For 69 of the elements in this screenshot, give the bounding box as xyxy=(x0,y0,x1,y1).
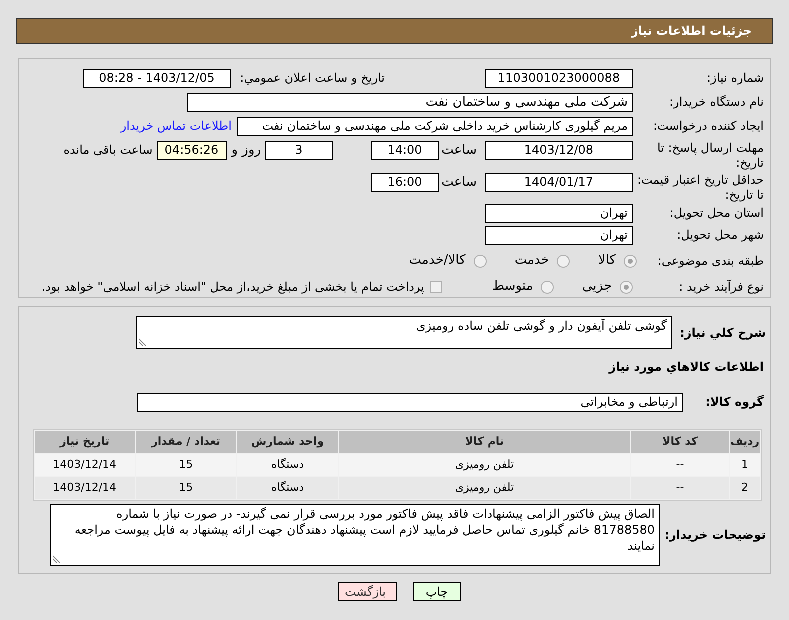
input-field[interactable]: 3 xyxy=(265,141,333,160)
field-label: نوع فرآیند خرید : xyxy=(678,279,765,296)
field-label: مهلت ارسال پاسخ: تا تاریخ: xyxy=(656,141,765,171)
checkbox[interactable] xyxy=(430,281,442,293)
radio-label: کالا xyxy=(598,252,616,270)
resize-grip-icon[interactable] xyxy=(139,338,147,346)
radio-button[interactable] xyxy=(620,280,633,294)
field-label: حداقل تاریخ اعتبار قیمت: تا تاریخ: xyxy=(636,173,765,203)
field-label: شرح کلي نياز: xyxy=(679,324,767,342)
table-cell: 15 xyxy=(136,477,236,499)
column-header: تاریخ نیاز xyxy=(35,431,135,453)
table-cell: تلفن رومیزی xyxy=(339,454,630,476)
table-cell: تلفن رومیزی xyxy=(339,477,630,499)
field-label: روز و xyxy=(232,142,261,160)
radio-label: جزیی xyxy=(582,278,612,296)
column-header: ردیف xyxy=(730,431,760,453)
table-cell: 1403/12/14 xyxy=(35,477,135,499)
field-label: تاریخ و ساعت اعلان عمومي: xyxy=(239,70,385,87)
radio-button[interactable] xyxy=(624,254,637,268)
field-label: ساعت باقی مانده xyxy=(64,142,153,159)
text-area[interactable]: گوشی تلفن آیفون دار و گوشی تلفن ساده رومیزی xyxy=(136,316,672,349)
field-label: توضیحات خریدار: xyxy=(664,527,767,544)
input-field[interactable]: تهران xyxy=(485,226,633,244)
field-label: طبقه بندی موضوعی: xyxy=(656,253,765,270)
page-title: جزئیات اطلاعات نیاز xyxy=(631,23,752,40)
radio-button[interactable] xyxy=(474,254,487,268)
radio-button[interactable] xyxy=(557,254,570,268)
back-button[interactable]: بازگشت xyxy=(338,582,397,601)
field-label: ساعت xyxy=(441,174,477,192)
radio-label: خدمت xyxy=(514,252,550,270)
input-field[interactable]: 1403/12/05 - 08:28 xyxy=(83,68,231,88)
input-field[interactable]: ارتباطی و مخابراتی xyxy=(137,392,683,412)
input-field[interactable]: 16:00 xyxy=(371,173,439,192)
column-header: کد کالا xyxy=(631,431,730,453)
table-cell: -- xyxy=(631,454,730,476)
field-label: شماره نیاز: xyxy=(706,70,765,87)
print-button[interactable]: چاپ xyxy=(413,582,461,601)
field-label: ساعت xyxy=(441,142,477,160)
column-header: نام کالا xyxy=(339,431,630,453)
input-field[interactable]: 14:00 xyxy=(371,141,439,160)
field-label: شهر محل تحویل: xyxy=(676,227,765,244)
radio-label: کالا/خدمت xyxy=(409,252,466,270)
input-field[interactable]: 1404/01/17 xyxy=(485,173,633,192)
field-label: استان محل تحویل: xyxy=(668,205,765,222)
table-cell: 1403/12/14 xyxy=(35,454,135,476)
table-cell: دستگاه xyxy=(237,454,338,476)
radio-button[interactable] xyxy=(541,280,554,294)
field-label: گروه کالا: xyxy=(704,394,765,411)
table-cell: 2 xyxy=(730,477,760,499)
input-field[interactable]: تهران xyxy=(485,204,633,222)
radio-label: متوسط xyxy=(492,278,534,296)
resize-grip-icon[interactable] xyxy=(53,555,61,563)
field-label: نام دستگاه خریدار: xyxy=(668,94,765,111)
contact-link[interactable]: اطلاعات تماس خریدار xyxy=(120,117,232,135)
input-field[interactable]: 1403/12/08 xyxy=(485,141,633,160)
input-field[interactable]: مریم گیلوری کارشناس خرید داخلی شرکت ملی مهندسی و ساختمان نفت xyxy=(237,116,633,136)
column-header: واحد شمارش xyxy=(237,431,338,453)
checkbox-label: پرداخت تمام یا بخشی از مبلغ خرید،از محل "اسناد خزانه اسلامی" خواهد بود. xyxy=(42,279,424,296)
text-area[interactable]: الصاق پیش فاکتور الزامی پیشنهادات فاقد پیش فاکتور مورد بررسی قرار نمی گیرند- در صورت نیاز با شماره 81788580 خانم گیلوری تماس حاصل فرمایید لازم است پیشنهاد دهندگان جهت ارائه پیشنهاد به فایل پیوست مراجعه نمایند xyxy=(50,504,660,566)
table-cell: 15 xyxy=(136,454,236,476)
input-field[interactable]: 1103001023000088 xyxy=(485,68,633,88)
input-field[interactable]: شرکت ملی مهندسی و ساختمان نفت xyxy=(187,92,633,112)
field-label: ایجاد کننده درخواست: xyxy=(652,118,765,135)
table-cell: دستگاه xyxy=(237,477,338,499)
input-field[interactable]: 04:56:26 xyxy=(156,141,227,160)
table-cell: -- xyxy=(631,477,730,499)
table-cell: 1 xyxy=(730,454,760,476)
section-heading: اطلاعات کالاهاي مورد نياز xyxy=(608,359,765,376)
column-header: تعداد / مقدار xyxy=(136,431,236,453)
